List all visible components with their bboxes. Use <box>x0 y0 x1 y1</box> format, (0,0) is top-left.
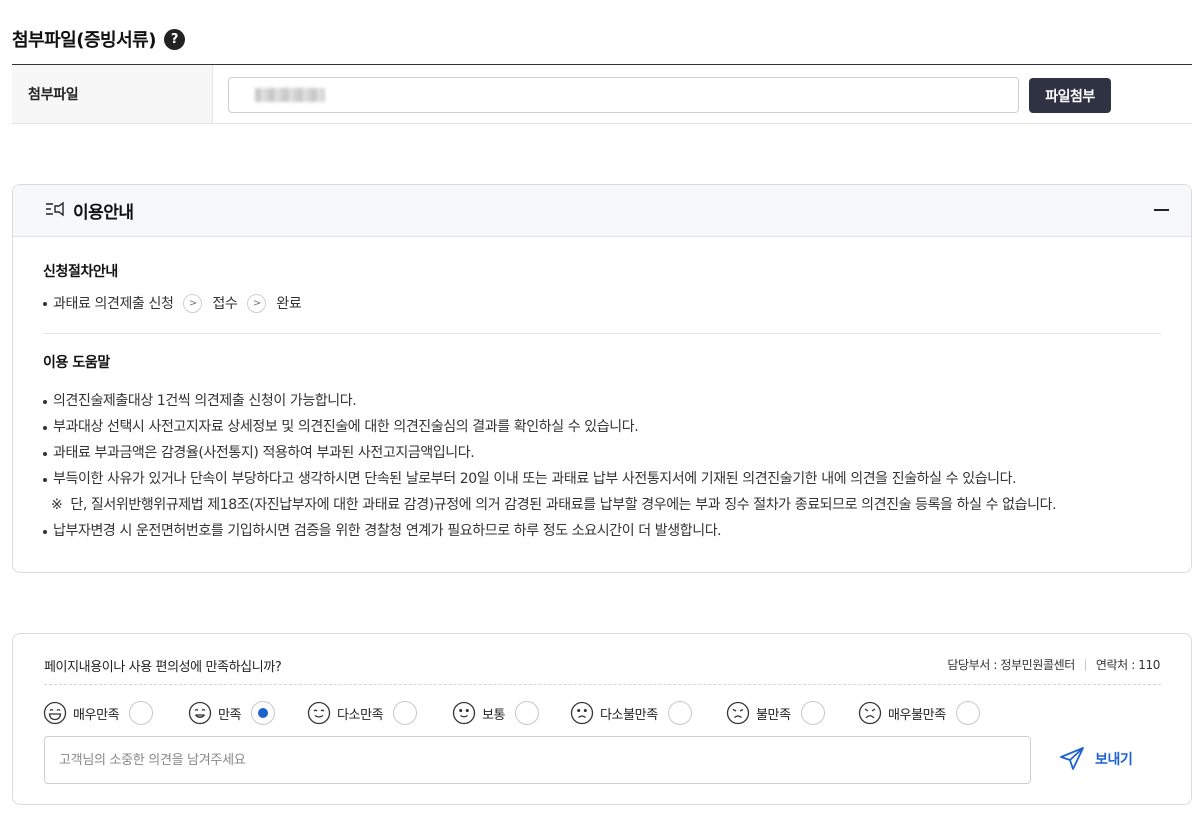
survey-contact-info: 담당부서 : 정부민원콜센터 연락처 : 110 <box>947 656 1160 673</box>
tip-text: 의견진술제출대상 1건씩 의견제출 신청이 가능합니다. <box>53 393 357 409</box>
divider <box>1084 658 1086 671</box>
note-text: 단, 질서위반행위규제법 제18조(자진납부자에 대한 과태료 감경)규정에 의… <box>70 497 1057 513</box>
bullet <box>43 302 47 306</box>
attachment-row: 첨부파일 파일첨부 <box>12 64 1192 124</box>
rating-label: 매우불만족 <box>888 707 946 723</box>
list-item: 의견진술제출대상 1건씩 의견제출 신청이 가능합니다. <box>43 388 1161 414</box>
rating-label: 다소만족 <box>337 707 384 723</box>
rating-option-somewhat-dissatisfied[interactable]: 다소불만족 <box>570 699 692 727</box>
satisfaction-survey: 페이지내용이나 사용 편의성에 만족하십니까? 담당부서 : 정부민원콜센터 연… <box>12 633 1192 805</box>
bullet <box>43 478 47 482</box>
attachment-row-body: 파일첨부 <box>213 65 1192 123</box>
step-item: 접수 <box>212 296 238 312</box>
attachment-file-field[interactable] <box>228 77 1019 113</box>
step-item: 완료 <box>276 296 302 312</box>
rating-radio[interactable] <box>129 701 154 725</box>
bullet <box>43 400 47 404</box>
very-satisfied-face-icon <box>43 701 67 725</box>
bullet <box>43 426 47 430</box>
attachment-section-title: 첨부파일(증빙서류) ? <box>12 26 185 52</box>
bullet <box>43 452 47 456</box>
procedure-steps: 과태료 의견제출 신청 > 접수 > 완료 <box>43 293 1161 313</box>
tip-text: 납부자변경 시 운전면허번호를 기입하시면 검증을 위한 경찰청 연계가 필요하… <box>53 523 722 539</box>
chevron-right-icon: > <box>247 293 267 313</box>
tip-text: 과태료 부과금액은 감경율(사전통지) 적용하여 부과된 사전고지금액입니다. <box>53 445 475 461</box>
list-item: 과태료 부과금액은 감경율(사전통지) 적용하여 부과된 사전고지금액입니다. <box>43 440 1161 466</box>
rating-radio[interactable] <box>515 701 540 725</box>
minus-icon[interactable] <box>1154 209 1169 211</box>
list-item: 부과대상 선택시 사전고지자료 상세정보 및 의견진술에 대한 의견진술심의 결… <box>43 414 1161 440</box>
attach-file-button[interactable]: 파일첨부 <box>1029 78 1111 113</box>
help-title: 이용 도움말 <box>43 355 110 371</box>
list-item: 납부자변경 시 운전면허번호를 기입하시면 검증을 위한 경찰청 연계가 필요하… <box>43 518 1161 544</box>
usage-guide-body: 신청절차안내 과태료 의견제출 신청 > 접수 > 완료 이용 도움말 의견진술… <box>13 237 1191 544</box>
rating-option-very-satisfied[interactable]: 매우만족 <box>43 699 154 727</box>
rating-label: 매우만족 <box>73 707 120 723</box>
satisfied-face-icon <box>188 701 212 725</box>
usage-guide-title: 이용안내 <box>73 203 134 223</box>
rating-option-dissatisfied[interactable]: 불만족 <box>726 699 825 727</box>
note-item: ※ 단, 질서위반행위규제법 제18조(자진납부자에 대한 과태료 감경)규정에 … <box>43 492 1161 518</box>
send-button[interactable]: 보내기 <box>1059 746 1133 772</box>
rating-label: 불만족 <box>756 707 791 723</box>
blurred-file-name <box>255 88 325 102</box>
rating-option-somewhat-satisfied[interactable]: 다소만족 <box>307 699 418 727</box>
rating-radio[interactable] <box>800 701 825 725</box>
attachment-row-label: 첨부파일 <box>12 65 213 123</box>
tip-text: 부과대상 선택시 사전고지자료 상세정보 및 의견진술에 대한 의견진술심의 결… <box>53 419 639 435</box>
help-tips-list: 의견진술제출대상 1건씩 의견제출 신청이 가능합니다. 부과대상 선택시 사전… <box>43 388 1161 544</box>
rating-radio[interactable] <box>667 701 692 725</box>
chevron-right-icon: > <box>183 293 203 313</box>
very-dissatisfied-face-icon <box>858 701 882 725</box>
rating-label: 만족 <box>218 707 242 723</box>
rating-label: 다소불만족 <box>600 707 658 723</box>
rating-radio[interactable] <box>955 701 980 725</box>
announcement-icon <box>45 201 65 221</box>
somewhat-satisfied-face-icon <box>307 701 331 725</box>
procedure-title: 신청절차안내 <box>43 264 118 280</box>
note-mark: ※ <box>51 497 63 513</box>
attachment-title-text: 첨부파일(증빙서류) <box>12 30 156 51</box>
paper-plane-icon <box>1060 747 1084 770</box>
neutral-face-icon <box>452 701 476 725</box>
opinion-input[interactable] <box>44 736 1031 784</box>
dissatisfied-face-icon <box>726 701 750 725</box>
usage-guide-header[interactable]: 이용안내 <box>13 185 1191 237</box>
rating-option-very-dissatisfied[interactable]: 매우불만족 <box>858 699 980 727</box>
rating-option-satisfied[interactable]: 만족 <box>188 699 276 727</box>
contact-text: 연락처 : 110 <box>1095 658 1161 672</box>
usage-guide-panel: 이용안내 신청절차안내 과태료 의견제출 신청 > 접수 > 완료 이용 도움말… <box>12 184 1192 573</box>
rating-radio[interactable] <box>393 701 418 725</box>
bullet <box>43 530 47 534</box>
rating-option-neutral[interactable]: 보통 <box>452 699 540 727</box>
send-label: 보내기 <box>1095 752 1133 768</box>
department-text: 담당부서 : 정부민원콜센터 <box>947 658 1075 672</box>
help-icon[interactable]: ? <box>163 28 185 50</box>
rating-label: 보통 <box>482 707 506 723</box>
step-item: 과태료 의견제출 신청 <box>53 296 174 312</box>
somewhat-dissatisfied-face-icon <box>570 701 594 725</box>
tip-text: 부득이한 사유가 있거나 단속이 부당하다고 생각하시면 단속된 날로부터 20… <box>53 471 1017 487</box>
divider <box>44 684 1161 685</box>
survey-question: 페이지내용이나 사용 편의성에 만족하십니까? <box>44 660 282 675</box>
list-item: 부득이한 사유가 있거나 단속이 부당하다고 생각하시면 단속된 날로부터 20… <box>43 466 1161 492</box>
rating-radio[interactable] <box>251 701 276 725</box>
divider <box>43 333 1161 334</box>
